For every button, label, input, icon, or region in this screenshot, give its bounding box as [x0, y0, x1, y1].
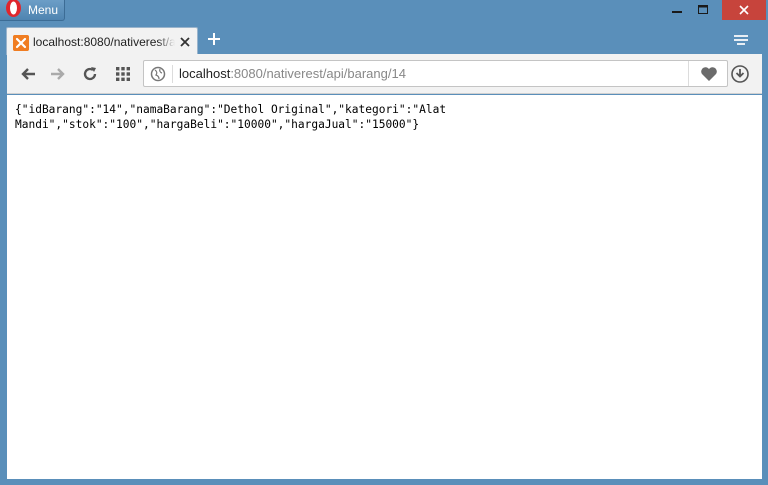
url-host: localhost — [179, 66, 231, 81]
minimize-button[interactable] — [664, 0, 690, 20]
menu-button[interactable]: Menu — [0, 0, 65, 21]
globe-icon[interactable] — [150, 66, 166, 82]
grid-icon — [116, 67, 130, 81]
tab-active[interactable]: localhost:8080/nativerest/api/barang/14 — [6, 27, 198, 55]
url-text[interactable]: localhost:8080/nativerest/api/barang/14 — [179, 66, 406, 81]
tab-menu-icon[interactable] — [733, 33, 749, 47]
json-response: {"idBarang":"14","namaBarang":"Dethol Or… — [15, 102, 485, 132]
heart-icon — [700, 66, 717, 81]
menu-label: Menu — [28, 3, 59, 17]
page-content: {"idBarang":"14","namaBarang":"Dethol Or… — [7, 95, 762, 479]
navigation-toolbar: localhost:8080/nativerest/api/barang/14 — [7, 54, 762, 94]
title-bar: Menu — [0, 0, 768, 24]
close-icon — [739, 5, 749, 15]
tab-title: localhost:8080/nativerest/api/barang/14 — [33, 35, 175, 49]
download-icon[interactable] — [730, 64, 750, 84]
maximize-icon — [698, 5, 708, 14]
json-line-2: Mandi","stok":"100","hargaBeli":"10000",… — [15, 118, 420, 131]
arrow-right-icon — [51, 68, 65, 80]
minimize-icon — [672, 11, 682, 13]
tab-strip: localhost:8080/nativerest/api/barang/14 — [0, 24, 768, 55]
address-divider — [172, 65, 173, 83]
bookmark-button[interactable] — [688, 61, 728, 86]
opera-logo-icon — [6, 0, 21, 17]
tab-close-icon[interactable] — [179, 36, 191, 48]
url-path: :8080/nativerest/api/barang/14 — [230, 66, 406, 81]
close-window-button[interactable] — [722, 0, 766, 20]
maximize-button[interactable] — [690, 0, 716, 20]
json-line-1: {"idBarang":"14","namaBarang":"Dethol Or… — [15, 103, 447, 116]
arrow-left-icon — [21, 68, 35, 80]
reload-button[interactable] — [80, 64, 100, 84]
address-bar[interactable]: localhost:8080/nativerest/api/barang/14 — [143, 60, 728, 87]
back-button[interactable] — [18, 64, 38, 84]
speed-dial-button[interactable] — [113, 64, 133, 84]
forward-button[interactable] — [48, 64, 68, 84]
new-tab-button[interactable] — [204, 29, 224, 49]
reload-icon — [83, 67, 97, 81]
xampp-favicon-icon — [13, 35, 29, 51]
